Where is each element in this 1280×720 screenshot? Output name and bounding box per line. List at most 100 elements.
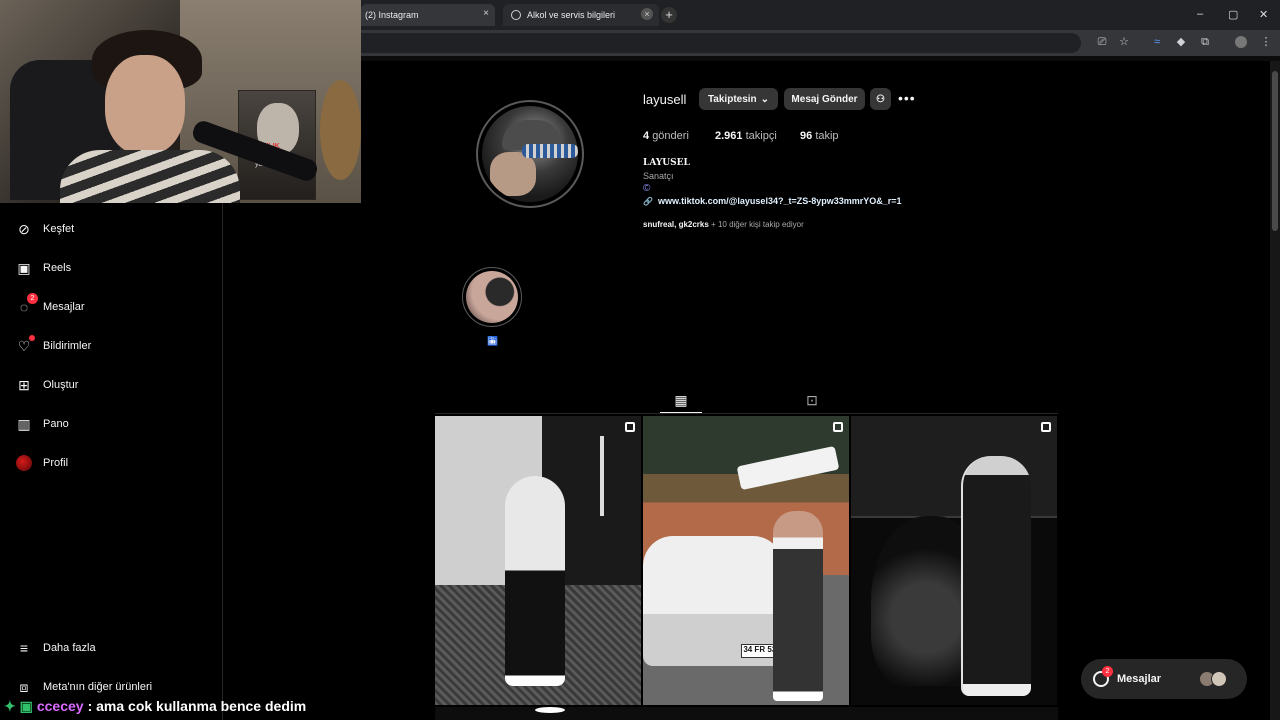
threads-icon[interactable]: ©	[643, 183, 650, 194]
chevron-down-icon: ⌄	[760, 93, 770, 105]
following-button-label: Takiptesin	[707, 93, 757, 105]
post-thumbnail[interactable]: 34 FR 530	[643, 416, 849, 705]
sidebar-item-label: Mesajlar	[43, 301, 85, 313]
bio-link[interactable]: 🔗 www.tiktok.com/@layusel34?_t=ZS-8ypw33…	[643, 196, 902, 206]
followed-by[interactable]: snufreal, gk2crks + 10 diğer kişi takip …	[643, 220, 804, 229]
browser-separator	[361, 56, 1280, 61]
address-bar	[361, 30, 1280, 56]
tab-alkol[interactable]: Alkol ve servis bilgileri ×	[503, 4, 659, 26]
carousel-icon	[1041, 422, 1051, 432]
scrollbar-thumb[interactable]	[1272, 71, 1278, 231]
carousel-icon	[833, 422, 843, 432]
avatar	[1211, 671, 1227, 687]
send-message-button[interactable]: Mesaj Gönder	[784, 88, 865, 110]
sidebar-item-messages[interactable]: ◌ 2 Mesajlar	[15, 293, 85, 319]
bookmark-star-icon[interactable]: ☆	[1118, 36, 1130, 48]
post-thumbnail[interactable]	[435, 416, 641, 705]
profile-avatar	[15, 454, 33, 472]
sidebar-item-create[interactable]: ⊞ Oluştur	[15, 373, 78, 397]
link-icon: 🔗	[643, 196, 653, 206]
hamburger-icon: ≡	[19, 640, 29, 656]
chat-text: : ama cok kullanma bence dedim	[87, 698, 307, 714]
post-person	[961, 456, 1031, 696]
globe-icon	[511, 10, 521, 20]
story-highlight[interactable]	[462, 267, 522, 327]
post-store-sign	[736, 445, 840, 491]
tab-title: Alkol ve servis bilgileri	[527, 10, 616, 20]
photo-hand	[490, 152, 536, 196]
tab-posts-grid-icon[interactable]: ▦	[673, 392, 689, 408]
profile-photo	[482, 106, 578, 202]
posts-count-value: 4	[643, 130, 650, 142]
following-count[interactable]: 96 takip	[800, 130, 839, 142]
messages-badge: 2	[1102, 666, 1113, 677]
sidebar-item-reels[interactable]: ▣ Reels	[15, 256, 71, 280]
new-tab-button[interactable]: +	[661, 7, 677, 23]
page-scrollbar[interactable]	[1270, 61, 1280, 720]
sidebar-item-more[interactable]: ≡ Daha fazla	[15, 636, 96, 660]
messages-badge: 2	[27, 293, 38, 304]
sidebar-item-label: Keşfet	[43, 223, 75, 235]
add-user-icon[interactable]: ⚇	[870, 88, 891, 110]
chat-badges-icon: ✦ ▣	[4, 697, 33, 714]
posts-count-label: gönderi	[652, 130, 689, 142]
post-thumbnail[interactable]	[851, 416, 1057, 705]
maximize-icon[interactable]: ▢	[1228, 8, 1238, 21]
followers-count[interactable]: 2.961 takipçi	[715, 130, 777, 142]
post-person	[505, 476, 565, 686]
post-thumbnail-row-2[interactable]	[435, 707, 1058, 720]
tab-instagram[interactable]: (2) Instagram ×	[361, 4, 495, 26]
tab-close-icon[interactable]: ×	[641, 8, 653, 20]
highlight-label: 🛅	[487, 336, 499, 346]
profile-full-name: LAYUSEL	[643, 158, 690, 168]
highlight-image	[466, 271, 518, 323]
minimize-icon[interactable]: –	[1197, 8, 1203, 20]
photo-cap-brim	[522, 144, 578, 158]
sidebar-item-explore[interactable]: ⊘ Keşfet	[15, 217, 74, 241]
followed-by-rest: + 10 diğer kişi takip ediyor	[711, 220, 804, 229]
notification-dot	[29, 335, 35, 341]
following-count-value: 96	[800, 130, 813, 142]
webcam-overlay: SATILIK yavuz çetin	[0, 0, 361, 203]
profile-avatar-large[interactable]	[476, 100, 584, 208]
window-close-icon[interactable]: ✕	[1259, 8, 1268, 21]
tab-close-icon[interactable]: ×	[483, 8, 489, 19]
tab-tagged-icon[interactable]: ⊡	[804, 392, 820, 408]
chat-username: ccecey	[36, 698, 84, 714]
browser-chrome: (2) Instagram × Alkol ve servis bilgiler…	[361, 0, 1280, 56]
post-light	[535, 707, 565, 713]
sidebar-item-notifications[interactable]: ♡ Bildirimler	[15, 334, 91, 358]
sidebar-item-label: Oluştur	[43, 379, 79, 391]
following-count-label: takip	[815, 130, 839, 142]
messenger-icon: ◌ 2	[15, 293, 38, 316]
messages-float-button[interactable]: 2 Mesajlar	[1081, 659, 1247, 699]
extension-wave-icon[interactable]: ≈	[1151, 36, 1163, 48]
tab-title: (2) Instagram	[365, 10, 419, 20]
url-input[interactable]	[361, 33, 1081, 53]
install-icon[interactable]: ⎚	[1096, 36, 1108, 48]
sidebar-item-label: Daha fazla	[43, 642, 96, 654]
streamer-shirt	[60, 150, 240, 203]
followed-by-names: snufreal, gk2crks	[643, 220, 709, 229]
post-person	[773, 511, 823, 701]
sidebar: ⊘ Keşfet ▣ Reels ◌ 2 Mesajlar ♡ Bildiriml…	[0, 203, 223, 720]
tabs-divider	[435, 413, 1058, 414]
more-options-icon[interactable]: •••	[898, 90, 916, 106]
followers-count-value: 2.961	[715, 130, 743, 142]
heart-icon: ♡	[15, 335, 35, 355]
sidebar-item-dashboard[interactable]: ▥ Pano	[15, 412, 68, 436]
webcam-guitar	[320, 80, 361, 180]
streamer-face	[105, 55, 185, 155]
meta-apps-icon: ⧈	[19, 678, 29, 695]
browser-profile-icon[interactable]	[1235, 36, 1247, 48]
profile-username: layusell	[643, 92, 687, 107]
following-button[interactable]: Takiptesin ⌄	[699, 88, 778, 110]
profile-category: Sanatçı	[643, 171, 674, 181]
followers-count-label: takipçi	[745, 130, 777, 142]
sidebar-item-profile[interactable]: Profil	[15, 451, 68, 475]
extension-diamond-icon[interactable]: ◆	[1175, 36, 1187, 48]
posts-count: 4 gönderi	[643, 130, 689, 142]
active-tab-indicator	[660, 412, 702, 413]
extensions-puzzle-icon[interactable]: ⧉	[1199, 36, 1211, 48]
browser-menu-icon[interactable]: ⋮	[1260, 36, 1272, 48]
